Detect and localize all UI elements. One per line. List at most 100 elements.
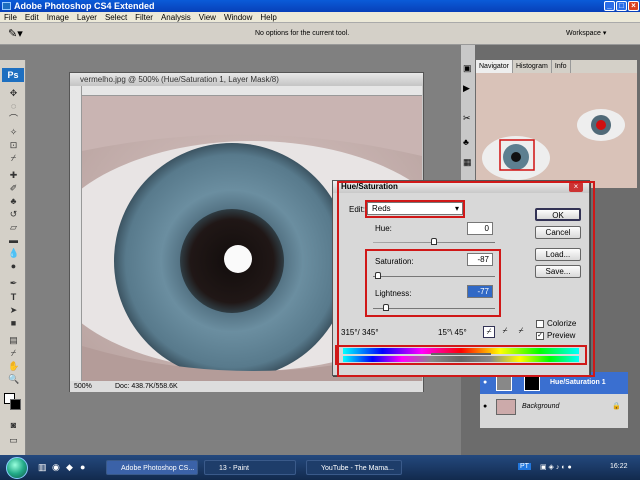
menu-analysis[interactable]: Analysis — [157, 13, 195, 22]
move-tool-icon[interactable]: ✥ — [8, 88, 19, 98]
saturation-slider-track[interactable] — [373, 276, 495, 277]
lasso-tool-icon[interactable]: ⌒ — [8, 114, 19, 124]
document-title[interactable]: vermelho.jpg @ 500% (Hue/Saturation 1, L… — [70, 73, 423, 86]
zoom-tool-icon[interactable]: 🔍 — [8, 374, 19, 384]
saturation-slider-thumb[interactable] — [375, 272, 381, 279]
eyedropper-plus-icon[interactable]: ⌿ — [499, 326, 511, 338]
quick-mask-icon[interactable]: ◙ — [8, 420, 19, 430]
lightness-label: Lightness: — [375, 289, 412, 298]
clock: 16:22 — [610, 463, 628, 470]
tab-info[interactable]: Info — [552, 60, 571, 73]
language-indicator[interactable]: PT — [518, 463, 531, 470]
lightness-input[interactable]: -77 — [467, 285, 493, 298]
hand-tool-icon[interactable]: ✋ — [8, 361, 19, 371]
cancel-button[interactable]: Cancel — [535, 226, 581, 239]
workspace-switcher[interactable]: Workspace ▾ — [566, 23, 606, 45]
load-button[interactable]: Load... — [535, 248, 581, 261]
doc-size: Doc: 438.7K/558.6K — [115, 383, 178, 390]
clone-source-icon[interactable]: ♣ — [463, 137, 469, 147]
path-select-tool-icon[interactable]: ➤ — [8, 305, 19, 315]
crop-tool-icon[interactable]: ⊡ — [8, 140, 19, 150]
zoom-level[interactable]: 500% — [74, 381, 92, 392]
menu-bar: File Edit Image Layer Select Filter Analysis Vi… — [0, 12, 640, 23]
toolbox: Ps ✥ ◌ ⌒ ✧ ⊡ ⌿ ✚ ✐ ♣ ↺ ▱ ▬ 💧 ● ✒ T ➤ ■ ▤… — [0, 60, 26, 455]
title-bar: Adobe Photoshop CS4 Extended _ □ × — [0, 0, 640, 12]
lightness-slider-track[interactable] — [373, 308, 495, 309]
history-icon[interactable]: ▣ — [463, 63, 472, 74]
eraser-tool-icon[interactable]: ▱ — [8, 222, 19, 232]
shape-tool-icon[interactable]: ■ — [8, 318, 19, 328]
eyedropper-alt-icon[interactable]: ⌿ — [8, 348, 19, 358]
quick-select-tool-icon[interactable]: ✧ — [8, 127, 19, 137]
minimize-button[interactable]: _ — [604, 1, 615, 11]
type-tool-icon[interactable]: T — [8, 292, 19, 302]
task-photoshop[interactable]: Adobe Photoshop CS... — [106, 460, 198, 475]
background-thumbnail — [496, 399, 516, 415]
background-color-swatch[interactable] — [10, 399, 21, 410]
quicklaunch-icon[interactable]: ▥ — [38, 462, 47, 473]
brush-tool-icon[interactable]: ✐ — [8, 183, 19, 193]
brushes-icon[interactable]: ▦ — [463, 157, 472, 168]
tray-icons[interactable]: ▣ ◈ ♪ ◐ ● — [540, 463, 572, 471]
lock-icon: 🔒 — [612, 403, 621, 410]
layer-mask-thumbnail[interactable] — [524, 375, 540, 391]
edit-highlight — [365, 200, 465, 218]
layer-row-background[interactable]: ● Background 🔒 — [480, 396, 628, 418]
edit-label: Edit: — [349, 205, 366, 214]
layer-name: Background — [522, 403, 560, 410]
navigator-thumbnail — [476, 73, 637, 188]
eyedropper-minus-icon[interactable]: ⌿ — [515, 326, 527, 338]
start-button[interactable] — [6, 457, 28, 479]
screen-mode-icon[interactable]: ▭ — [8, 435, 19, 445]
photoshop-icon — [2, 2, 11, 10]
menu-select[interactable]: Select — [101, 13, 131, 22]
history-brush-tool-icon[interactable]: ↺ — [8, 209, 19, 219]
menu-help[interactable]: Help — [256, 13, 280, 22]
saturation-input[interactable]: -87 — [467, 253, 493, 266]
tab-histogram[interactable]: Histogram — [513, 60, 552, 73]
maximize-button[interactable]: □ — [616, 1, 627, 11]
dodge-tool-icon[interactable]: ● — [8, 261, 19, 271]
menu-image[interactable]: Image — [43, 13, 73, 22]
lightness-slider-thumb[interactable] — [383, 304, 389, 311]
preview-checkbox[interactable]: ✓ — [536, 332, 544, 340]
adjustment-thumbnail — [496, 375, 512, 391]
options-bar: ✎▾ No options for the current tool. Work… — [0, 23, 640, 45]
dialog-title[interactable]: Hue/Saturation — [333, 181, 589, 193]
clone-stamp-tool-icon[interactable]: ♣ — [8, 196, 19, 206]
task-paint[interactable]: 13 - Paint — [204, 460, 296, 475]
quicklaunch-icon[interactable]: ◉ — [52, 462, 60, 473]
save-button[interactable]: Save... — [535, 265, 581, 278]
notes-tool-icon[interactable]: ▤ — [8, 335, 19, 345]
menu-edit[interactable]: Edit — [21, 13, 43, 22]
menu-view[interactable]: View — [195, 13, 220, 22]
eyedropper-icon[interactable]: ✎▾ — [8, 23, 23, 45]
dialog-close-button[interactable]: × — [569, 182, 583, 192]
marquee-tool-icon[interactable]: ◌ — [8, 101, 19, 111]
navigator-preview[interactable] — [476, 73, 637, 188]
quicklaunch-icon[interactable]: ◆ — [66, 462, 73, 473]
task-youtube[interactable]: YouTube - The Mama... — [306, 460, 402, 475]
eyedropper-tool-icon[interactable]: ⌿ — [483, 326, 495, 338]
menu-window[interactable]: Window — [220, 13, 256, 22]
healing-tool-icon[interactable]: ✚ — [8, 170, 19, 180]
actions-icon[interactable]: ▶ — [463, 83, 470, 94]
quicklaunch-icon[interactable]: ● — [80, 462, 85, 472]
eye-visibility-icon[interactable]: ● — [483, 396, 487, 418]
blur-tool-icon[interactable]: 💧 — [8, 248, 19, 258]
tab-navigator[interactable]: Navigator — [476, 60, 513, 73]
close-button[interactable]: × — [628, 1, 639, 11]
menu-filter[interactable]: Filter — [131, 13, 157, 22]
range-right-readout: 15°\ 45° — [438, 328, 467, 337]
menu-file[interactable]: File — [0, 13, 21, 22]
hue-slider-thumb[interactable] — [431, 238, 437, 245]
colorize-checkbox[interactable] — [536, 320, 544, 328]
gradient-tool-icon[interactable]: ▬ — [8, 235, 19, 245]
pen-tool-icon[interactable]: ✒ — [8, 278, 19, 288]
menu-layer[interactable]: Layer — [73, 13, 101, 22]
tool-presets-icon[interactable]: ✂ — [463, 113, 471, 124]
hue-input[interactable]: 0 — [467, 222, 493, 235]
photoshop-logo: Ps — [2, 68, 24, 82]
ok-button[interactable]: OK — [535, 208, 581, 221]
eyedropper-tool-icon[interactable]: ⌿ — [8, 153, 19, 163]
